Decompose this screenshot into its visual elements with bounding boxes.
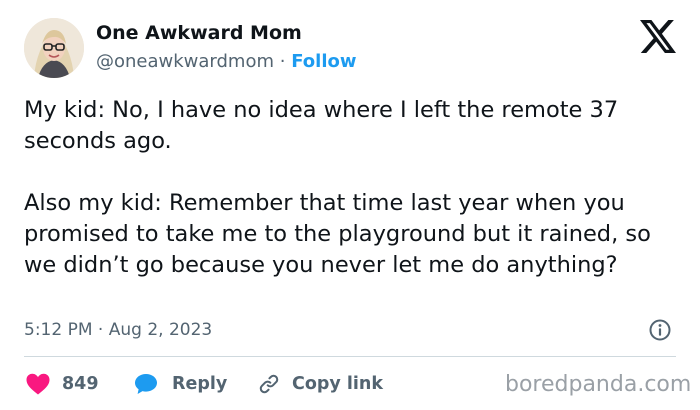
divider (24, 356, 676, 357)
copy-link-button[interactable]: Copy link (258, 370, 383, 398)
x-logo-icon[interactable] (640, 20, 676, 53)
reply-button[interactable]: Reply (134, 370, 227, 398)
tweet-paragraph: My kid: No, I have no idea where I left … (24, 97, 619, 154)
avatar[interactable] (24, 18, 84, 78)
timestamp[interactable]: 5:12 PM · Aug 2, 2023 (24, 320, 212, 340)
like-count: 849 (62, 374, 99, 394)
handle-row: @oneawkwardmom · Follow (96, 51, 357, 72)
reply-label: Reply (172, 374, 228, 394)
time-separator: · (97, 320, 104, 340)
heart-icon (26, 373, 50, 395)
like-button[interactable]: 849 (26, 370, 99, 398)
handle[interactable]: @oneawkwardmom (96, 51, 274, 72)
tweet-text: My kid: No, I have no idea where I left … (24, 95, 684, 281)
date: Aug 2, 2023 (108, 320, 213, 340)
handle-separator: · (279, 51, 286, 72)
avatar-image (24, 18, 84, 78)
link-icon (259, 374, 279, 394)
follow-button[interactable]: Follow (291, 51, 356, 72)
copy-link-label: Copy link (292, 374, 383, 394)
info-icon[interactable] (648, 318, 672, 342)
reply-bubble-icon (135, 374, 157, 394)
display-name[interactable]: One Awkward Mom (96, 22, 302, 44)
watermark: boredpanda.com (505, 372, 692, 397)
tweet-paragraph: Also my kid: Remember that time last yea… (24, 190, 651, 278)
time: 5:12 PM (24, 320, 93, 340)
